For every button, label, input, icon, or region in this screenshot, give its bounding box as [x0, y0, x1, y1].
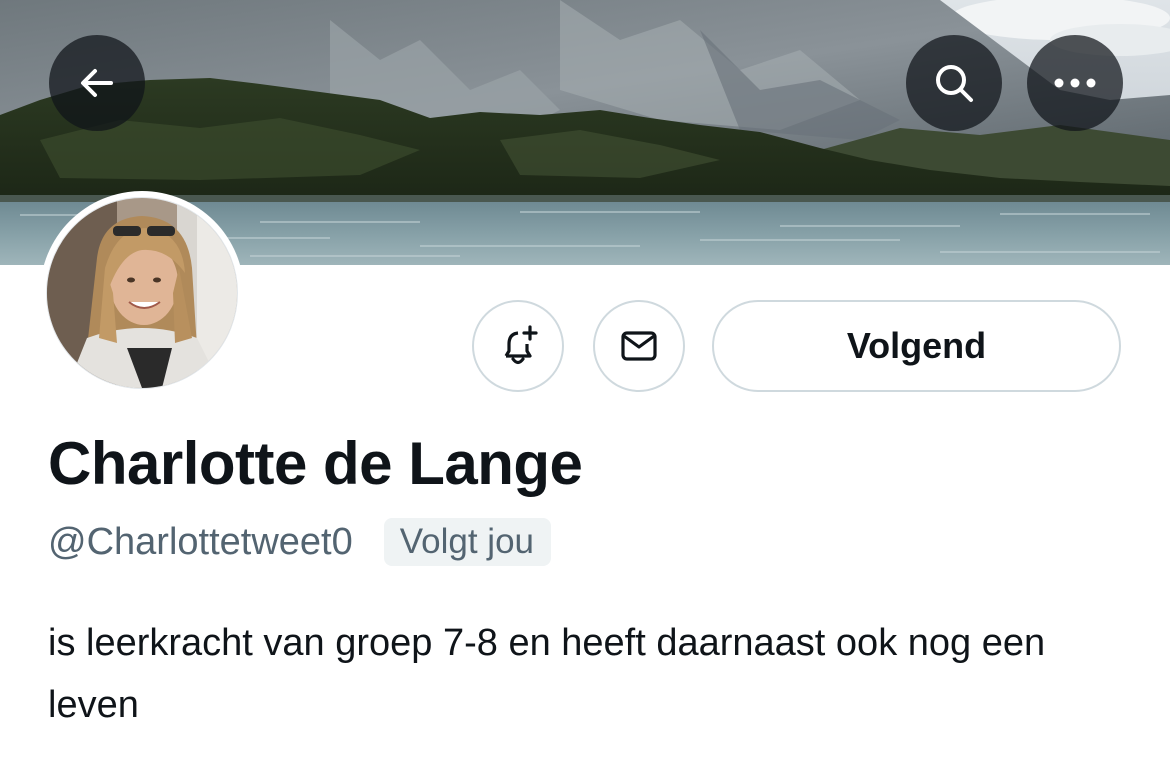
- handle-row: @Charlottetweet0 Volgt jou: [48, 516, 552, 568]
- profile-bio: is leerkracht van groep 7-8 en heeft daa…: [48, 622, 1046, 726]
- following-button[interactable]: Volgend: [712, 300, 1121, 392]
- follows-you-badge: Volgt jou: [383, 518, 552, 566]
- search-icon: [936, 65, 973, 102]
- display-name: Charlotte de Lange: [48, 430, 583, 497]
- profile-page: Volgend Charlotte de Lange @Charlottetwe…: [0, 0, 1170, 757]
- more-horizontal-icon: [1054, 78, 1096, 88]
- avatar-image: [46, 197, 238, 389]
- arrow-left-icon: [81, 69, 113, 97]
- search-button[interactable]: [906, 35, 1002, 131]
- notifications-button[interactable]: [472, 300, 564, 392]
- back-button[interactable]: [49, 35, 145, 131]
- more-button[interactable]: [1027, 35, 1123, 131]
- envelope-icon: [621, 331, 657, 361]
- bell-plus-icon: [504, 325, 538, 365]
- message-button[interactable]: [593, 300, 685, 392]
- avatar[interactable]: [40, 191, 244, 395]
- user-handle: @Charlottetweet0: [48, 521, 353, 563]
